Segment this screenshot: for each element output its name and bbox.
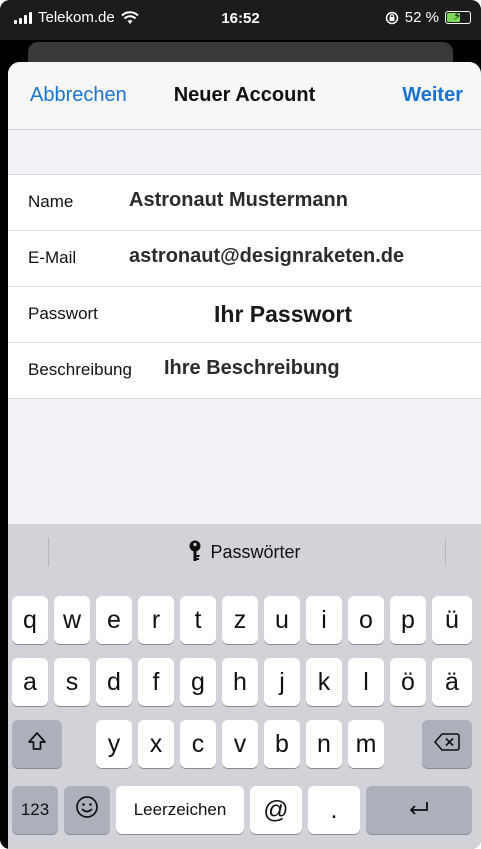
key-g[interactable]: g — [180, 658, 216, 706]
key-row-4: 123 Leerzeichen @ . — [8, 786, 481, 834]
key-n[interactable]: n — [306, 720, 342, 768]
key-ue[interactable]: ü — [432, 596, 472, 644]
numbers-key[interactable]: 123 — [12, 786, 58, 834]
shift-icon — [26, 730, 48, 759]
status-right: 52 % ⚡ — [385, 9, 471, 26]
key-e[interactable]: e — [96, 596, 132, 644]
password-label: Passwort — [28, 304, 98, 323]
key-c[interactable]: c — [180, 720, 216, 768]
key-m[interactable]: m — [348, 720, 384, 768]
name-field[interactable]: Astronaut Mustermann — [129, 189, 348, 212]
email-field[interactable]: astronaut@designraketen.de — [129, 245, 404, 268]
account-form: Name Astronaut Mustermann E-Mail astrona… — [8, 174, 481, 399]
keyboard: Passwörter q w e r t z u i o p ü a s d f… — [8, 524, 481, 849]
dot-key[interactable]: . — [308, 786, 360, 834]
form-row-description[interactable]: Beschreibung Ihre Beschreibung — [8, 343, 481, 398]
key-f[interactable]: f — [138, 658, 174, 706]
emoji-key[interactable] — [64, 786, 110, 834]
name-label: Name — [28, 192, 74, 211]
status-bar: Telekom.de 16:52 52 % ⚡ — [0, 0, 481, 40]
at-key[interactable]: @ — [250, 786, 302, 834]
key-d[interactable]: d — [96, 658, 132, 706]
email-label: E-Mail — [28, 248, 77, 267]
passwords-label: Passwörter — [210, 542, 301, 562]
phone-screen: Telekom.de 16:52 52 % ⚡ Abbrechen Neuer … — [0, 0, 481, 849]
key-x[interactable]: x — [138, 720, 174, 768]
key-a[interactable]: a — [12, 658, 48, 706]
orientation-lock-icon — [385, 11, 399, 25]
description-field[interactable]: Ihre Beschreibung — [164, 357, 340, 380]
key-k[interactable]: k — [306, 658, 342, 706]
key-t[interactable]: t — [180, 596, 216, 644]
key-i[interactable]: i — [306, 596, 342, 644]
key-p[interactable]: p — [390, 596, 426, 644]
key-row-1: q w e r t z u i o p ü — [8, 596, 481, 644]
key-r[interactable]: r — [138, 596, 174, 644]
battery-percent: 52 % — [404, 9, 439, 26]
key-oe[interactable]: ö — [390, 658, 426, 706]
backspace-key[interactable] — [422, 720, 472, 768]
key-q[interactable]: q — [12, 596, 48, 644]
key-o[interactable]: o — [348, 596, 384, 644]
key-l[interactable]: l — [348, 658, 384, 706]
password-field[interactable]: Ihr Passwort — [214, 301, 352, 328]
new-account-sheet: Abbrechen Neuer Account Weiter Name Astr… — [8, 62, 481, 849]
key-ae[interactable]: ä — [432, 658, 472, 706]
key-b[interactable]: b — [264, 720, 300, 768]
emoji-icon — [75, 795, 99, 826]
return-icon — [407, 796, 431, 825]
key-w[interactable]: w — [54, 596, 90, 644]
passwords-suggestion[interactable]: Passwörter — [8, 540, 481, 567]
form-row-name[interactable]: Name Astronaut Mustermann — [8, 175, 481, 231]
divider — [445, 538, 446, 566]
backspace-icon — [434, 730, 460, 759]
key-j[interactable]: j — [264, 658, 300, 706]
description-label: Beschreibung — [28, 360, 132, 379]
key-row-3: y x c v b n m — [8, 720, 481, 768]
next-button[interactable]: Weiter — [402, 84, 463, 107]
space-key[interactable]: Leerzeichen — [116, 786, 244, 834]
form-row-password[interactable]: Passwort Ihr Passwort — [8, 287, 481, 343]
key-s[interactable]: s — [54, 658, 90, 706]
key-y[interactable]: y — [96, 720, 132, 768]
key-v[interactable]: v — [222, 720, 258, 768]
key-z[interactable]: z — [222, 596, 258, 644]
key-icon — [188, 540, 202, 567]
battery-charging-icon: ⚡ — [445, 9, 471, 24]
suggestion-bar: Passwörter — [8, 524, 481, 581]
form-row-email[interactable]: E-Mail astronaut@designraketen.de — [8, 231, 481, 287]
key-h[interactable]: h — [222, 658, 258, 706]
nav-bar: Abbrechen Neuer Account Weiter — [8, 62, 481, 130]
return-key[interactable] — [366, 786, 472, 834]
key-row-2: a s d f g h j k l ö ä — [8, 658, 481, 706]
key-u[interactable]: u — [264, 596, 300, 644]
shift-key[interactable] — [12, 720, 62, 768]
